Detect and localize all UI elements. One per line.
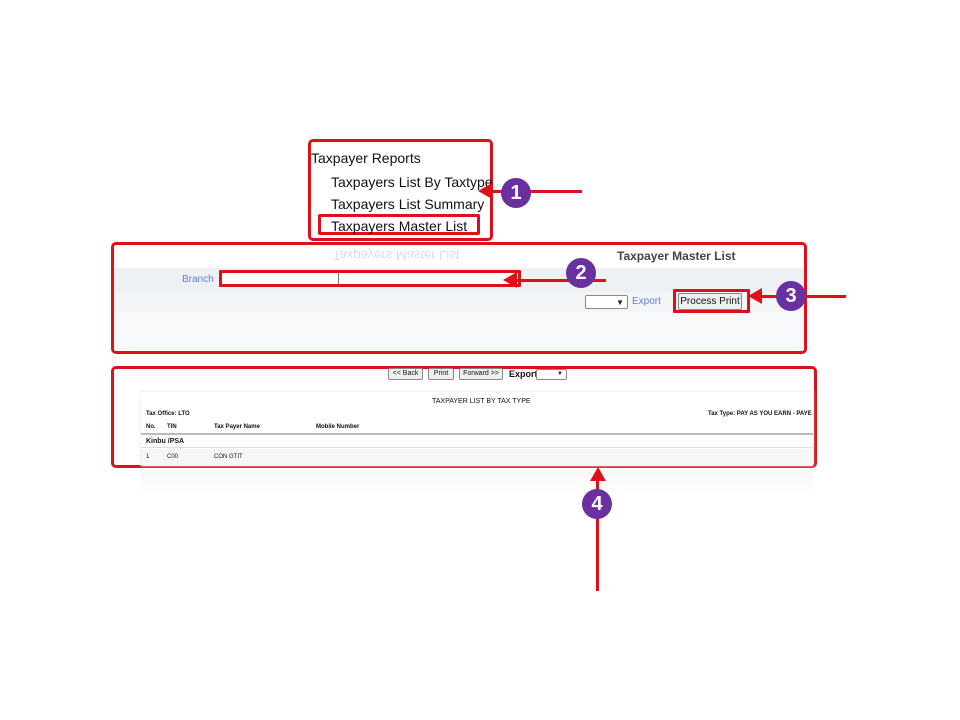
tax-office: Tax Office: LTO bbox=[146, 411, 190, 417]
group-divider bbox=[141, 447, 813, 448]
callout-3-arrowhead bbox=[748, 288, 762, 304]
callout-2-arrowhead bbox=[503, 272, 517, 288]
col-header-tin: TIN bbox=[167, 424, 177, 430]
group-label: Kinbu /PSA bbox=[146, 438, 185, 445]
report-export-label: Export bbox=[509, 369, 538, 379]
report-title: TAXPAYER LIST BY TAX TYPE bbox=[432, 398, 531, 405]
callout-badge-4: 4 bbox=[582, 489, 612, 519]
form-title: Taxpayer Master List bbox=[617, 249, 736, 263]
report-export-select[interactable]: ▼ bbox=[536, 369, 567, 380]
menu-reflection: Taxpayers Master List bbox=[333, 248, 460, 263]
menu-title: Taxpayer Reports bbox=[311, 150, 421, 166]
process-print-highlight bbox=[673, 289, 750, 313]
col-header-no: No. bbox=[146, 424, 156, 430]
forward-button[interactable]: Forward >> bbox=[459, 368, 503, 380]
callout-badge-3: 3 bbox=[776, 281, 806, 311]
print-button[interactable]: Print bbox=[428, 368, 454, 380]
branch-highlight bbox=[219, 270, 521, 287]
chevron-down-icon: ▼ bbox=[616, 298, 624, 307]
export-format-select[interactable]: ▼ bbox=[585, 295, 628, 309]
header-divider bbox=[141, 433, 813, 435]
row-no: 1 bbox=[146, 454, 150, 460]
menu-item-taxpayers-list-summary[interactable]: Taxpayers List Summary bbox=[331, 196, 484, 212]
table-row: 1 C00 CON GTIT bbox=[141, 449, 813, 466]
row-name: CON GTIT bbox=[214, 454, 243, 460]
branch-label: Branch bbox=[182, 274, 214, 285]
back-button[interactable]: << Back bbox=[388, 368, 423, 380]
callout-badge-1: 1 bbox=[501, 178, 531, 208]
menu-item-taxpayers-list-by-taxtype[interactable]: Taxpayers List By Taxtype bbox=[331, 174, 493, 190]
tax-type: Tax Type: PAY AS YOU EARN - PAYE bbox=[708, 411, 812, 417]
col-header-name: Tax Payer Name bbox=[214, 424, 260, 430]
report-reflection bbox=[141, 470, 813, 500]
form-footer-area bbox=[114, 312, 804, 350]
callout-badge-2: 2 bbox=[566, 258, 596, 288]
export-link[interactable]: Export bbox=[632, 296, 661, 307]
row-tin: C00 bbox=[167, 454, 179, 460]
chevron-down-icon: ▼ bbox=[557, 371, 563, 377]
callout-1-arrowhead bbox=[478, 183, 492, 199]
menu-item-taxpayers-master-list[interactable]: Taxpayers Master List bbox=[331, 218, 467, 234]
col-header-mobile: Mobile Number bbox=[316, 424, 360, 430]
